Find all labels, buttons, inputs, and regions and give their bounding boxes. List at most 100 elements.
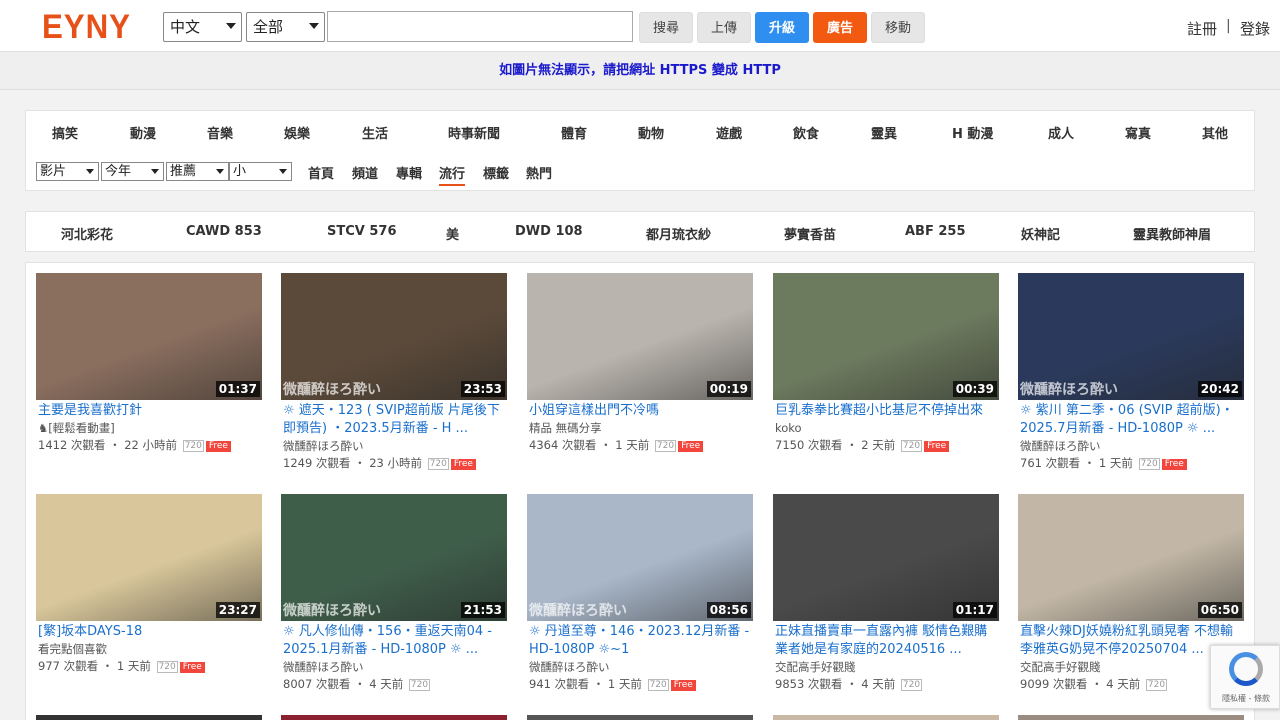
category-item[interactable]: 飲食	[793, 123, 819, 142]
duration-badge: 01:37	[215, 381, 260, 397]
uploader-link[interactable]: 微醺醉ほろ酔い	[1018, 438, 1244, 455]
video-thumbnail[interactable]	[527, 715, 753, 720]
tag-item[interactable]: 河北彩花	[61, 224, 113, 243]
https-notice-text: 如圖片無法顯示，請把網址 HTTPS 變成 HTTP	[499, 63, 781, 78]
video-card[interactable]: 23:27 [繁]坂本DAYS-18 看完點個喜歡 977 次觀看 ・ 1 天前 72…	[36, 494, 262, 675]
video-card[interactable]: 微醺醉ほろ酔い 23:53 ☼ 遮天・123 ( SVIP超前版 片尾後下即預告) …	[281, 273, 507, 472]
video-card[interactable]: 微醺醉ほろ酔い 08:56 ☼ 丹道至尊・146・2023.12月新番 - HD-1…	[527, 494, 753, 693]
chevron-down-icon	[86, 169, 94, 174]
video-title-link[interactable]: 正妹直播賣車一直露內褲 駁情色艱購業者她是有家庭的20240516 ...	[773, 623, 999, 659]
uploader-link[interactable]: ♞[輕鬆看動畫]	[36, 420, 262, 437]
recaptcha-terms[interactable]: 隱私權 - 條款	[1211, 693, 1280, 704]
language-select[interactable]: 中文	[163, 12, 242, 42]
scope-select[interactable]: 全部	[246, 12, 325, 42]
video-thumbnail[interactable]: 00:19	[527, 273, 753, 400]
video-thumbnail[interactable]	[281, 715, 507, 720]
upload-time: 23 小時前	[369, 456, 423, 470]
video-thumbnail[interactable]: 00:39	[773, 273, 999, 400]
video-title-link[interactable]: ☼ 遮天・123 ( SVIP超前版 片尾後下即預告) ・2023.5月新番 -…	[281, 402, 507, 438]
video-title-link[interactable]: 巨乳泰拳比賽超小比基尼不停掉出來	[773, 402, 999, 420]
tag-item[interactable]: 都月琉衣紗	[646, 224, 711, 243]
video-thumbnail[interactable]: 微醺醉ほろ酔い 21:53	[281, 494, 507, 621]
category-item[interactable]: 寫真	[1125, 123, 1151, 142]
subnav-channel[interactable]: 頻道	[352, 163, 378, 182]
category-item[interactable]: 遊戲	[716, 123, 742, 142]
subnav-album[interactable]: 專輯	[396, 163, 422, 182]
sort-filter-select[interactable]: 推薦	[166, 162, 229, 181]
tag-item[interactable]: 靈異教師神眉	[1133, 224, 1211, 243]
tag-item[interactable]: CAWD 853	[186, 224, 262, 239]
category-item[interactable]: 生活	[362, 123, 388, 142]
category-item[interactable]: 搞笑	[52, 123, 78, 142]
tag-item[interactable]: ABF 255	[905, 224, 966, 239]
subnav-tags[interactable]: 標籤	[483, 163, 509, 182]
upgrade-button[interactable]: 升級	[755, 12, 809, 43]
category-item[interactable]: 體育	[561, 123, 587, 142]
video-thumbnail[interactable]: 微醺醉ほろ酔い 20:42	[1018, 273, 1244, 400]
meta-dot: ・	[1087, 677, 1107, 691]
ads-button[interactable]: 廣告	[813, 12, 867, 43]
recaptcha-badge[interactable]: 隱私權 - 條款	[1210, 645, 1280, 709]
subnav-home[interactable]: 首頁	[308, 163, 334, 182]
uploader-link[interactable]: koko	[773, 420, 999, 437]
category-item[interactable]: 音樂	[207, 123, 233, 142]
video-thumbnail[interactable]: 06:50	[1018, 494, 1244, 621]
tag-item[interactable]: 美	[446, 224, 459, 243]
video-thumbnail[interactable]: 微醺醉ほろ酔い 08:56	[527, 494, 753, 621]
category-item[interactable]: 時事新聞	[448, 123, 500, 142]
uploader-link[interactable]: 微醺醉ほろ酔い	[527, 659, 753, 676]
video-title-link[interactable]: [繁]坂本DAYS-18	[36, 623, 262, 641]
tag-item[interactable]: DWD 108	[515, 224, 583, 239]
video-title-link[interactable]: 主要是我喜歡打針	[36, 402, 262, 420]
video-card[interactable]: 微醺醉ほろ酔い 21:53 ☼ 凡人修仙傳・156・重返天南04 - 2025.1月…	[281, 494, 507, 693]
upload-time: 1 天前	[1098, 456, 1133, 470]
category-item[interactable]: 其他	[1202, 123, 1228, 142]
category-item[interactable]: 靈異	[871, 123, 897, 142]
subnav-hot[interactable]: 熱門	[526, 163, 552, 182]
thumbnail-watermark: 微醺醉ほろ酔い	[283, 603, 381, 619]
category-item[interactable]: 動物	[638, 123, 664, 142]
uploader-link[interactable]: 交配高手好觀賤	[773, 659, 999, 676]
video-thumbnail[interactable]: 23:27	[36, 494, 262, 621]
time-filter-select[interactable]: 今年	[101, 162, 164, 181]
search-button[interactable]: 搜尋	[639, 12, 693, 43]
video-card[interactable]: 00:39 巨乳泰拳比賽超小比基尼不停掉出來 koko 7150 次觀看 ・ 2 天前…	[773, 273, 999, 454]
video-card[interactable]: 01:37 主要是我喜歡打針 ♞[輕鬆看動畫] 1412 次觀看 ・ 22 小時前 7…	[36, 273, 262, 454]
upload-button[interactable]: 上傳	[697, 12, 751, 43]
uploader-link[interactable]: 微醺醉ほろ酔い	[281, 659, 507, 676]
site-logo[interactable]: EYNY	[42, 8, 131, 47]
video-thumbnail[interactable]	[36, 715, 262, 720]
video-card[interactable]: 微醺醉ほろ酔い 20:42 ☼ 紫川 第二季・06 (SVIP 超前版)・2025.…	[1018, 273, 1244, 472]
category-item[interactable]: H 動漫	[952, 123, 993, 142]
video-card[interactable]: 01:17 正妹直播賣車一直露內褲 駁情色艱購業者她是有家庭的20240516 .…	[773, 494, 999, 693]
uploader-link[interactable]: 精品 無碼分享	[527, 420, 753, 437]
tag-item[interactable]: 夢實香苗	[784, 224, 836, 243]
register-link[interactable]: 註冊	[1187, 18, 1217, 39]
video-thumbnail[interactable]	[773, 715, 999, 720]
free-badge: Free	[670, 680, 696, 691]
category-item[interactable]: 成人	[1048, 123, 1074, 142]
search-input[interactable]	[327, 11, 633, 42]
video-thumbnail[interactable]: 微醺醉ほろ酔い 23:53	[281, 273, 507, 400]
tag-item[interactable]: STCV 576	[327, 224, 397, 239]
uploader-link[interactable]: 看完點個喜歡	[36, 641, 262, 658]
tag-item[interactable]: 妖神記	[1021, 224, 1060, 243]
chevron-down-icon	[279, 169, 287, 174]
chevron-down-icon	[151, 169, 159, 174]
video-title-link[interactable]: 小姐穿這樣出門不冷嗎	[527, 402, 753, 420]
video-title-link[interactable]: ☼ 紫川 第二季・06 (SVIP 超前版)・2025.7月新番 - HD-10…	[1018, 402, 1244, 438]
login-link[interactable]: 登錄	[1240, 18, 1270, 39]
video-title-link[interactable]: ☼ 凡人修仙傳・156・重返天南04 - 2025.1月新番 - HD-1080…	[281, 623, 507, 659]
video-title-link[interactable]: ☼ 丹道至尊・146・2023.12月新番 - HD-1080P ☼~1	[527, 623, 753, 659]
mobile-button[interactable]: 移動	[871, 12, 925, 43]
video-thumbnail[interactable]: 01:37	[36, 273, 262, 400]
size-filter-select[interactable]: 小	[229, 162, 292, 181]
uploader-link[interactable]: 微醺醉ほろ酔い	[281, 438, 507, 455]
category-item[interactable]: 動漫	[130, 123, 156, 142]
video-card[interactable]: 00:19 小姐穿這樣出門不冷嗎 精品 無碼分享 4364 次觀看 ・ 1 天前 72…	[527, 273, 753, 454]
video-thumbnail[interactable]: 01:17	[773, 494, 999, 621]
subnav-popular[interactable]: 流行	[439, 163, 466, 186]
video-thumbnail[interactable]	[1018, 715, 1244, 720]
category-item[interactable]: 娛樂	[284, 123, 310, 142]
type-filter-select[interactable]: 影片	[36, 162, 99, 181]
